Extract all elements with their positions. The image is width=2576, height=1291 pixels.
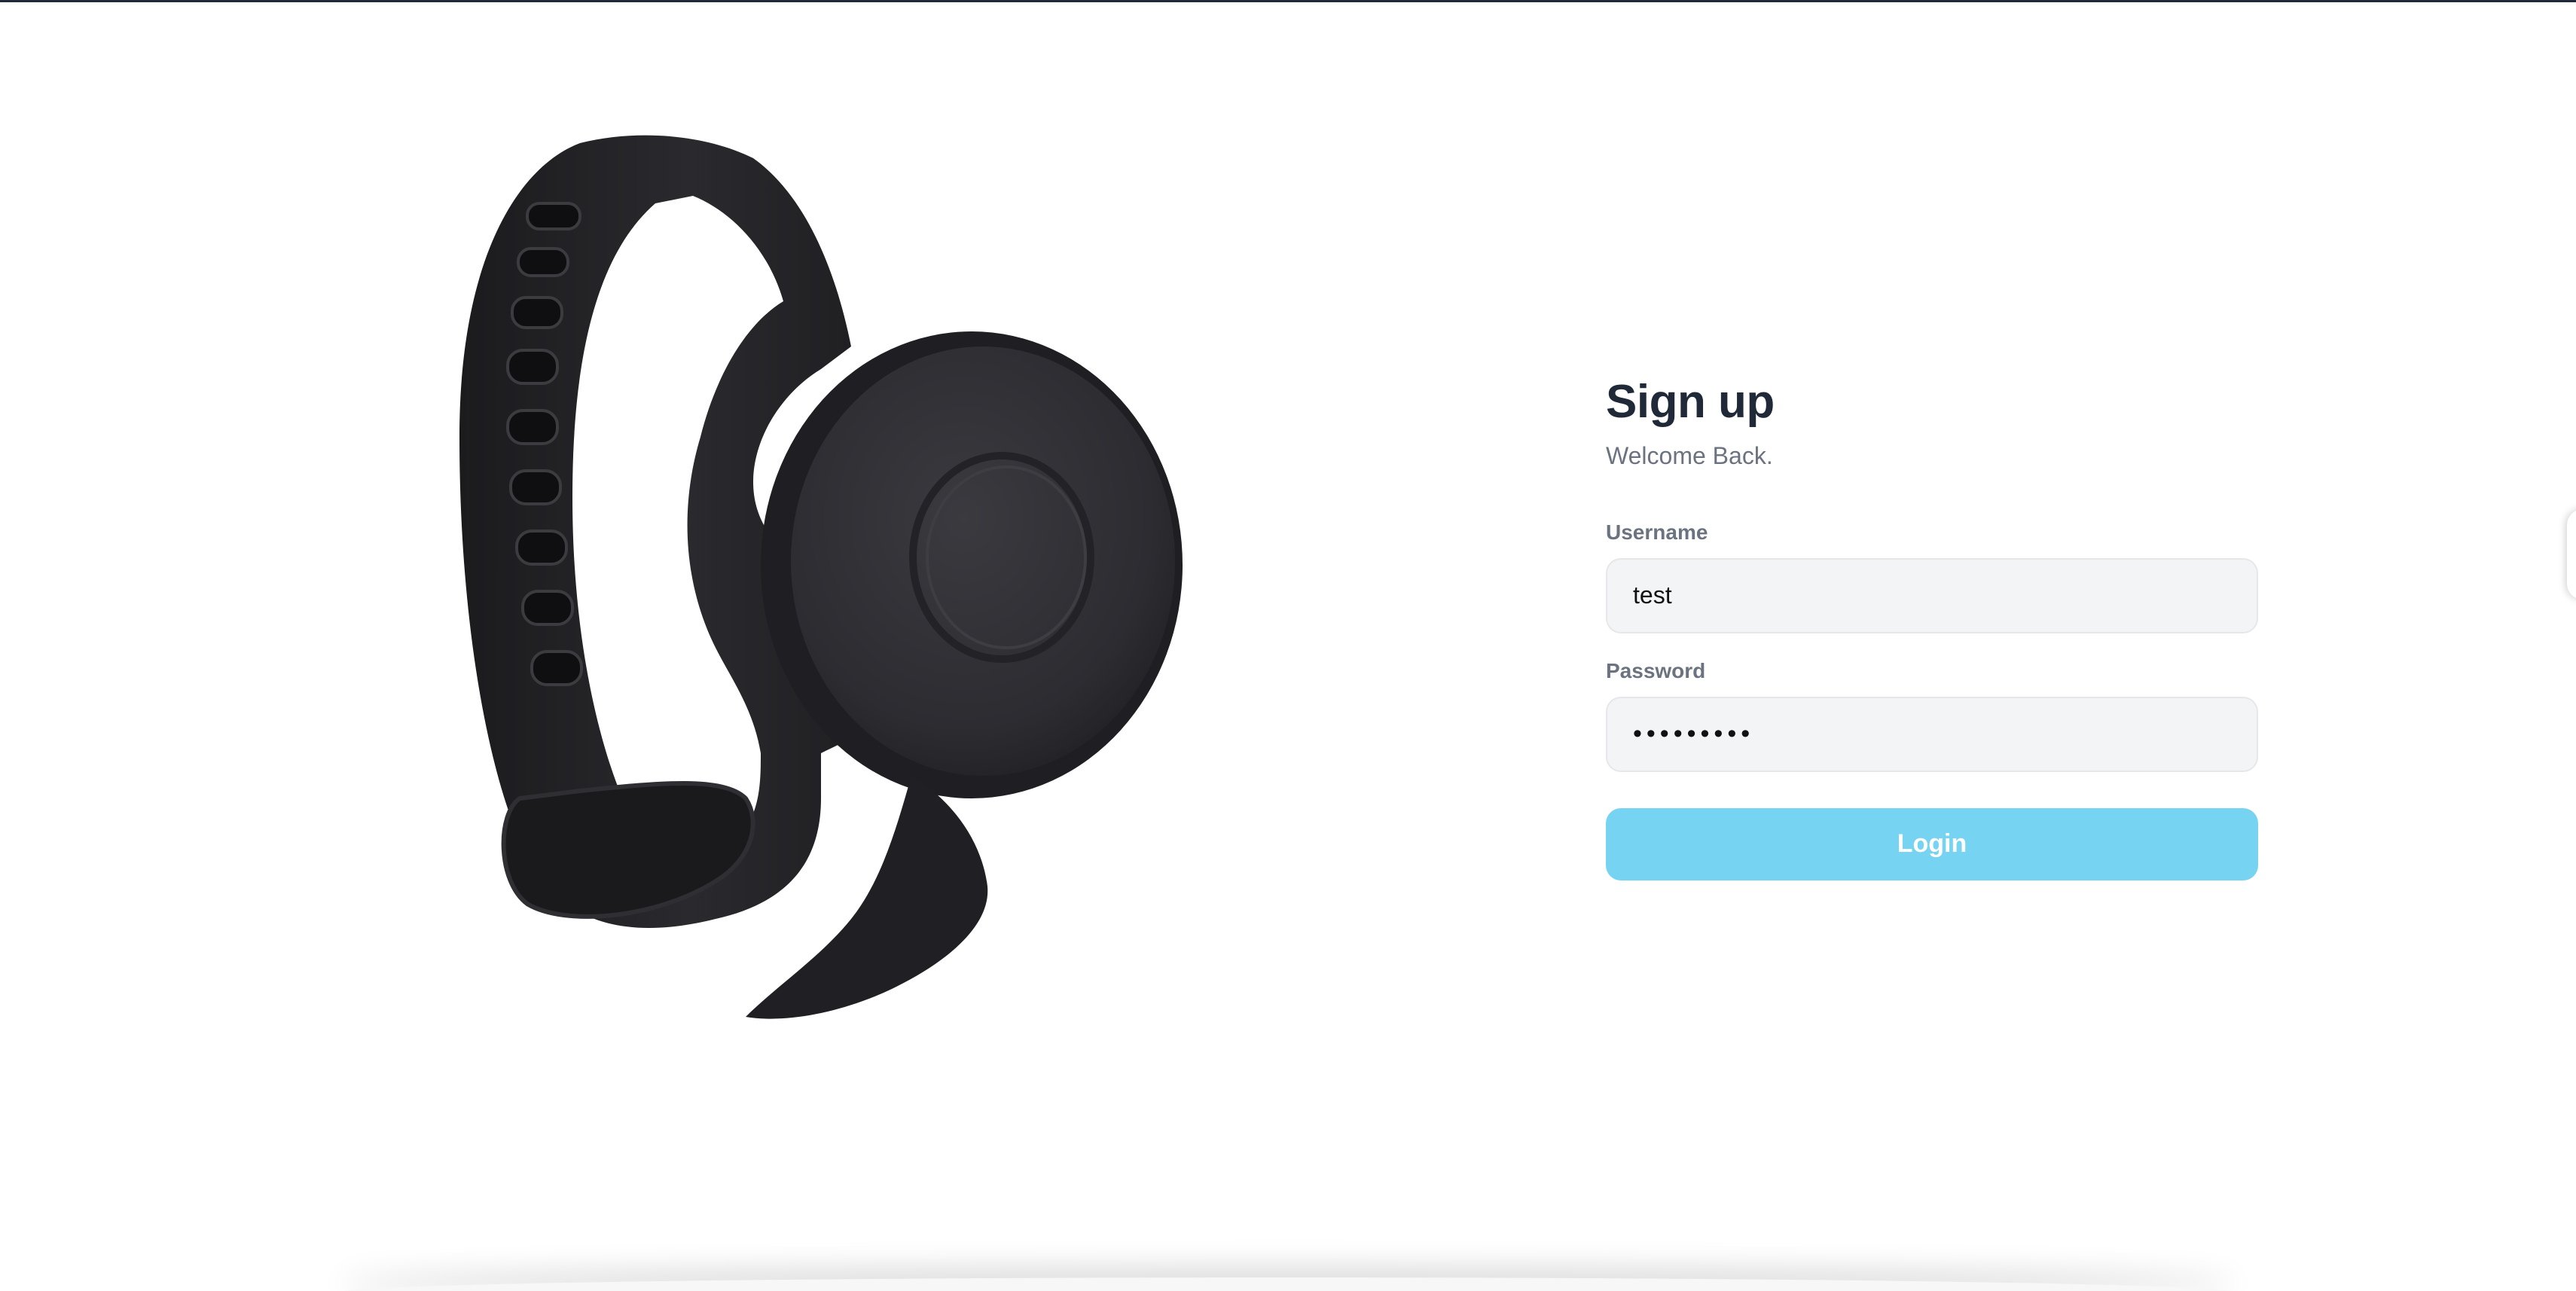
- login-button[interactable]: Login: [1606, 807, 2258, 881]
- password-input[interactable]: [1606, 696, 2258, 772]
- login-form: Sign up Welcome Back. Username Password …: [1606, 376, 2258, 881]
- password-label: Password: [1606, 658, 1706, 682]
- bottom-sheet-edge: [339, 1277, 2237, 1291]
- username-input[interactable]: [1606, 557, 2258, 633]
- form-title: Sign up: [1606, 376, 1775, 428]
- wristband-product-image: [429, 121, 1198, 1070]
- side-panel-handle[interactable]: [2567, 509, 2576, 600]
- login-page: Sign up Welcome Back. Username Password …: [0, 0, 2576, 1291]
- username-label: Username: [1606, 520, 1708, 544]
- form-subtitle: Welcome Back.: [1606, 442, 1773, 470]
- window-top-border: [0, 0, 2576, 2]
